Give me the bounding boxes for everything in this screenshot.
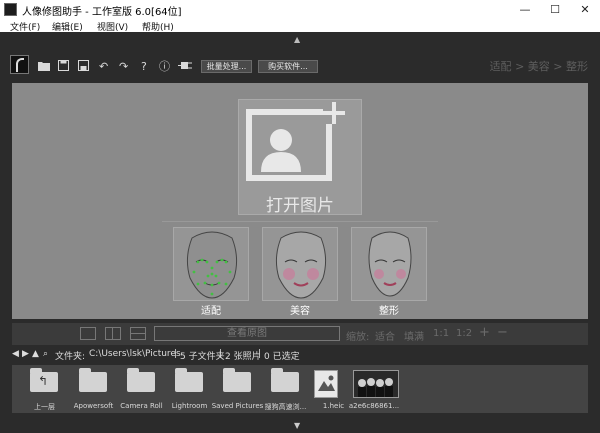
workflow-breadcrumb: 适配 > 美容 > 整形	[489, 60, 588, 73]
image-placeholder-icon	[314, 370, 338, 398]
title-bar: 人像修图助手 - 工作室版 6.0[64位] — ☐ ✕	[0, 0, 600, 19]
buy-software-button[interactable]: 购买软件...	[258, 60, 318, 73]
breadcrumb-adapt[interactable]: 适配	[490, 60, 512, 73]
minimize-button[interactable]: —	[510, 0, 540, 19]
batch-process-button[interactable]: 批量处理...	[201, 60, 252, 73]
maximize-button[interactable]: ☐	[540, 0, 570, 19]
redo-icon[interactable]: ↷	[119, 60, 128, 73]
thumb-folder[interactable]: 搜狗高速浏...	[262, 367, 309, 413]
collapse-bottom-icon[interactable]: ▼	[294, 421, 300, 430]
forward-arrow-icon[interactable]: ▶	[22, 349, 29, 359]
breadcrumb-reshape[interactable]: 整形	[566, 60, 588, 73]
info-icon[interactable]: ⓘ	[159, 60, 170, 73]
folder-icon	[271, 368, 299, 392]
mode-beauty-label: 美容	[290, 306, 310, 317]
thumb-folder[interactable]: Apowersoft	[70, 367, 117, 413]
split-view-toggle[interactable]	[105, 327, 121, 340]
face-landmarks-icon	[186, 231, 238, 299]
add-person-icon	[246, 102, 345, 181]
photo-thumbnail	[353, 370, 399, 398]
back-arrow-icon[interactable]: ◀	[12, 349, 19, 359]
plugin-icon[interactable]	[178, 60, 192, 74]
collapse-top-icon[interactable]: ▲	[294, 35, 300, 44]
up-folder-icon[interactable]: ▲	[32, 349, 39, 359]
mode-beauty-card[interactable]	[262, 227, 338, 301]
mode-adapt-card[interactable]	[173, 227, 249, 301]
breadcrumb-beauty[interactable]: 美容	[528, 60, 550, 73]
folder-icon	[127, 368, 155, 392]
mode-adapt-label: 适配	[201, 306, 221, 317]
save-as-icon[interactable]	[78, 60, 89, 74]
face-beauty-icon	[275, 231, 327, 299]
zoom-1to1-button[interactable]: 1:1	[433, 328, 449, 339]
app-area: ▲ ↶ ↷ ? ⓘ 批量处理... 购买软件... 适配 > 美容 > 整形 打…	[0, 32, 600, 433]
open-image-button[interactable]: 打开图片	[238, 99, 362, 216]
app-icon	[4, 3, 17, 16]
thumb-folder[interactable]: Camera Roll	[118, 367, 165, 413]
selected-count: 0 已选定	[264, 352, 300, 362]
face-reshape-icon	[368, 231, 412, 297]
view-bar: 查看原图 缩放: 适合 填满 1:1 1:2 + −	[12, 323, 588, 345]
menu-bar: 文件(F) 编辑(E) 视图(V) 帮助(H)	[0, 19, 600, 33]
zoom-label: 缩放:	[346, 332, 370, 343]
search-icon[interactable]: ⌕	[43, 349, 48, 359]
compare-view-toggle[interactable]	[130, 327, 146, 340]
current-path[interactable]: C:\Users\lsk\Pictures	[89, 349, 181, 359]
photo-count: 2 张照片	[225, 352, 261, 362]
divider	[162, 221, 438, 222]
thumb-folder[interactable]: Lightroom	[166, 367, 213, 413]
mode-reshape-label: 整形	[379, 306, 399, 317]
window-title: 人像修图助手 - 工作室版 6.0[64位]	[22, 7, 182, 18]
subfolder-count: 5 子文件夹	[180, 352, 225, 362]
folder-icon	[175, 368, 203, 392]
view-original-button[interactable]: 查看原图	[154, 326, 340, 341]
undo-icon[interactable]: ↶	[99, 60, 108, 73]
thumb-up-level[interactable]: ↰ 上一层	[21, 367, 68, 413]
open-image-label: 打开图片	[266, 196, 334, 216]
zoom-out-icon[interactable]: −	[497, 325, 508, 340]
thumbnail-strip: ↰ 上一层 Apowersoft Camera Roll Lightroom S…	[12, 365, 588, 413]
folder-up-icon: ↰	[30, 368, 58, 392]
mode-reshape-card[interactable]	[351, 227, 427, 301]
single-view-toggle[interactable]	[80, 327, 96, 340]
folder-icon	[79, 368, 107, 392]
zoom-in-icon[interactable]: +	[479, 325, 490, 340]
logo-icon[interactable]	[10, 55, 29, 74]
zoom-fill-button[interactable]: 填满	[404, 328, 424, 343]
save-icon[interactable]	[58, 60, 69, 74]
close-button[interactable]: ✕	[570, 0, 600, 19]
zoom-1to2-button[interactable]: 1:2	[456, 328, 472, 339]
zoom-fit-button[interactable]: 适合	[375, 328, 395, 343]
help-icon[interactable]: ?	[141, 60, 147, 73]
folder-label: 文件夹:	[55, 352, 86, 362]
main-canvas: 打开图片 适配 美容 整形	[12, 83, 588, 319]
thumb-folder[interactable]: Saved Pictures	[212, 367, 263, 413]
path-bar: ◀ ▶ ▲ ⌕ 文件夹: C:\Users\lsk\Pictures | 5 子…	[12, 349, 300, 362]
folder-icon	[223, 368, 251, 392]
thumb-photo[interactable]: a2e6c86861...	[349, 367, 399, 413]
open-folder-icon[interactable]	[38, 60, 50, 74]
